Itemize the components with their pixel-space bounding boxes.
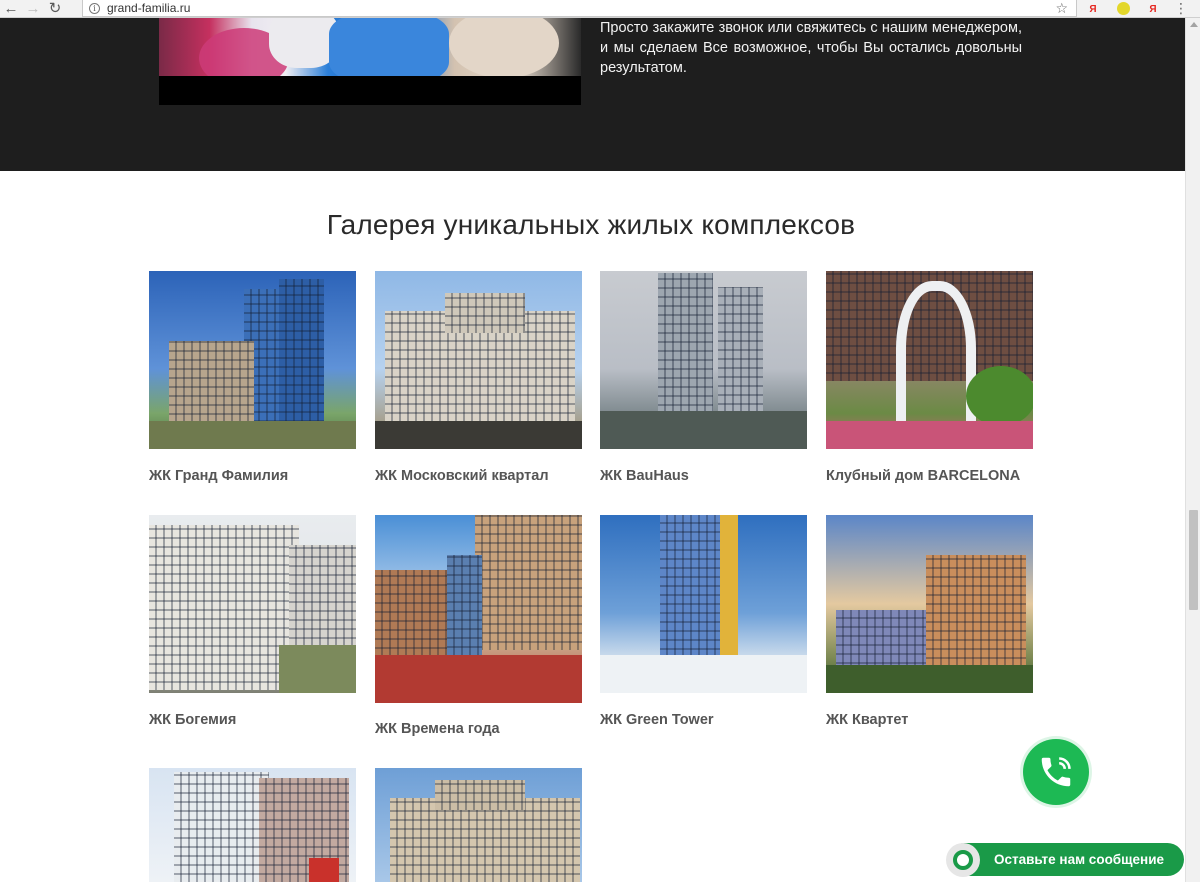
gallery-card-grand-familia[interactable]: ЖК Гранд Фамилия: [149, 271, 356, 485]
gallery-caption[interactable]: ЖК Времена года: [375, 720, 582, 738]
arrow-right-icon: →: [25, 0, 41, 17]
gallery-card-kvartet[interactable]: ЖК Квартет: [826, 515, 1033, 729]
leave-message-label: Оставьте нам сообщение: [994, 852, 1165, 867]
gallery-image[interactable]: [600, 271, 807, 449]
address-bar[interactable]: i grand-familia.ru ☆: [82, 0, 1077, 17]
call-button[interactable]: [1023, 739, 1089, 805]
yandex-extension-icon[interactable]: Я: [1085, 1, 1101, 17]
gallery-title: Галерея уникальных жилых комплексов: [326, 209, 856, 240]
gallery-caption[interactable]: ЖК Московский квартал: [375, 467, 582, 485]
gallery-image[interactable]: [149, 768, 356, 882]
intro-photo: [159, 18, 581, 76]
gallery-card-barcelona[interactable]: Клубный дом BARCELONA: [826, 271, 1033, 485]
browser-menu-icon[interactable]: ⋮: [1174, 0, 1188, 16]
gallery-caption[interactable]: ЖК BauHaus: [600, 467, 807, 485]
gallery-caption[interactable]: ЖК Квартет: [826, 711, 1033, 729]
forward-button[interactable]: →: [22, 0, 44, 18]
scroll-up-icon[interactable]: [1190, 22, 1198, 27]
gallery-image[interactable]: [149, 271, 356, 449]
back-button[interactable]: ←: [0, 0, 22, 18]
gallery-card-bogemia[interactable]: ЖК Богемия: [149, 515, 356, 729]
gallery-image[interactable]: [375, 271, 582, 449]
gallery-card-green-tower[interactable]: ЖК Green Tower: [600, 515, 807, 729]
intro-section: Просто закажите звонок или свяжитесь с н…: [0, 18, 1185, 171]
gallery-card-10[interactable]: [375, 768, 582, 882]
gallery-caption[interactable]: ЖК Гранд Фамилия: [149, 467, 356, 485]
scroll-thumb[interactable]: [1189, 510, 1198, 610]
gallery-card-moskovsky[interactable]: ЖК Московский квартал: [375, 271, 582, 485]
extension-icon[interactable]: [1117, 2, 1130, 15]
gallery-image[interactable]: [375, 768, 582, 882]
arrow-left-icon: ←: [3, 0, 19, 17]
star-icon[interactable]: ☆: [1055, 0, 1068, 16]
page-scrollbar[interactable]: [1185, 18, 1200, 882]
gallery-card-9[interactable]: [149, 768, 356, 882]
info-icon[interactable]: i: [89, 2, 100, 14]
gallery-caption[interactable]: Клубный дом BARCELONA: [826, 467, 1033, 485]
gallery-caption[interactable]: ЖК Богемия: [149, 711, 356, 729]
gallery-card-vremena-goda[interactable]: ЖК Времена года: [375, 515, 582, 738]
url-text: grand-familia.ru: [107, 1, 191, 15]
gallery-image[interactable]: [600, 515, 807, 693]
gallery-image[interactable]: [375, 515, 582, 703]
gallery-caption[interactable]: ЖК Green Tower: [600, 711, 807, 729]
intro-text: Просто закажите звонок или свяжитесь с н…: [600, 20, 1022, 76]
browser-toolbar: ← → ↻ i grand-familia.ru ☆ Я Я ⋮: [0, 0, 1200, 18]
reload-button[interactable]: ↻: [44, 0, 66, 18]
gallery-image[interactable]: [149, 515, 356, 693]
photo-caption-bar: [159, 76, 581, 105]
leave-message-button[interactable]: Оставьте нам сообщение: [946, 842, 1184, 877]
gallery-image[interactable]: [826, 271, 1033, 449]
yandex-extension-icon-2[interactable]: Я: [1145, 1, 1161, 17]
reload-icon: ↻: [48, 0, 62, 17]
gallery-image[interactable]: [826, 515, 1033, 693]
phone-icon: [1041, 757, 1071, 787]
chat-icon: [946, 842, 980, 877]
gallery-card-bauhaus[interactable]: ЖК BauHaus: [600, 271, 807, 485]
